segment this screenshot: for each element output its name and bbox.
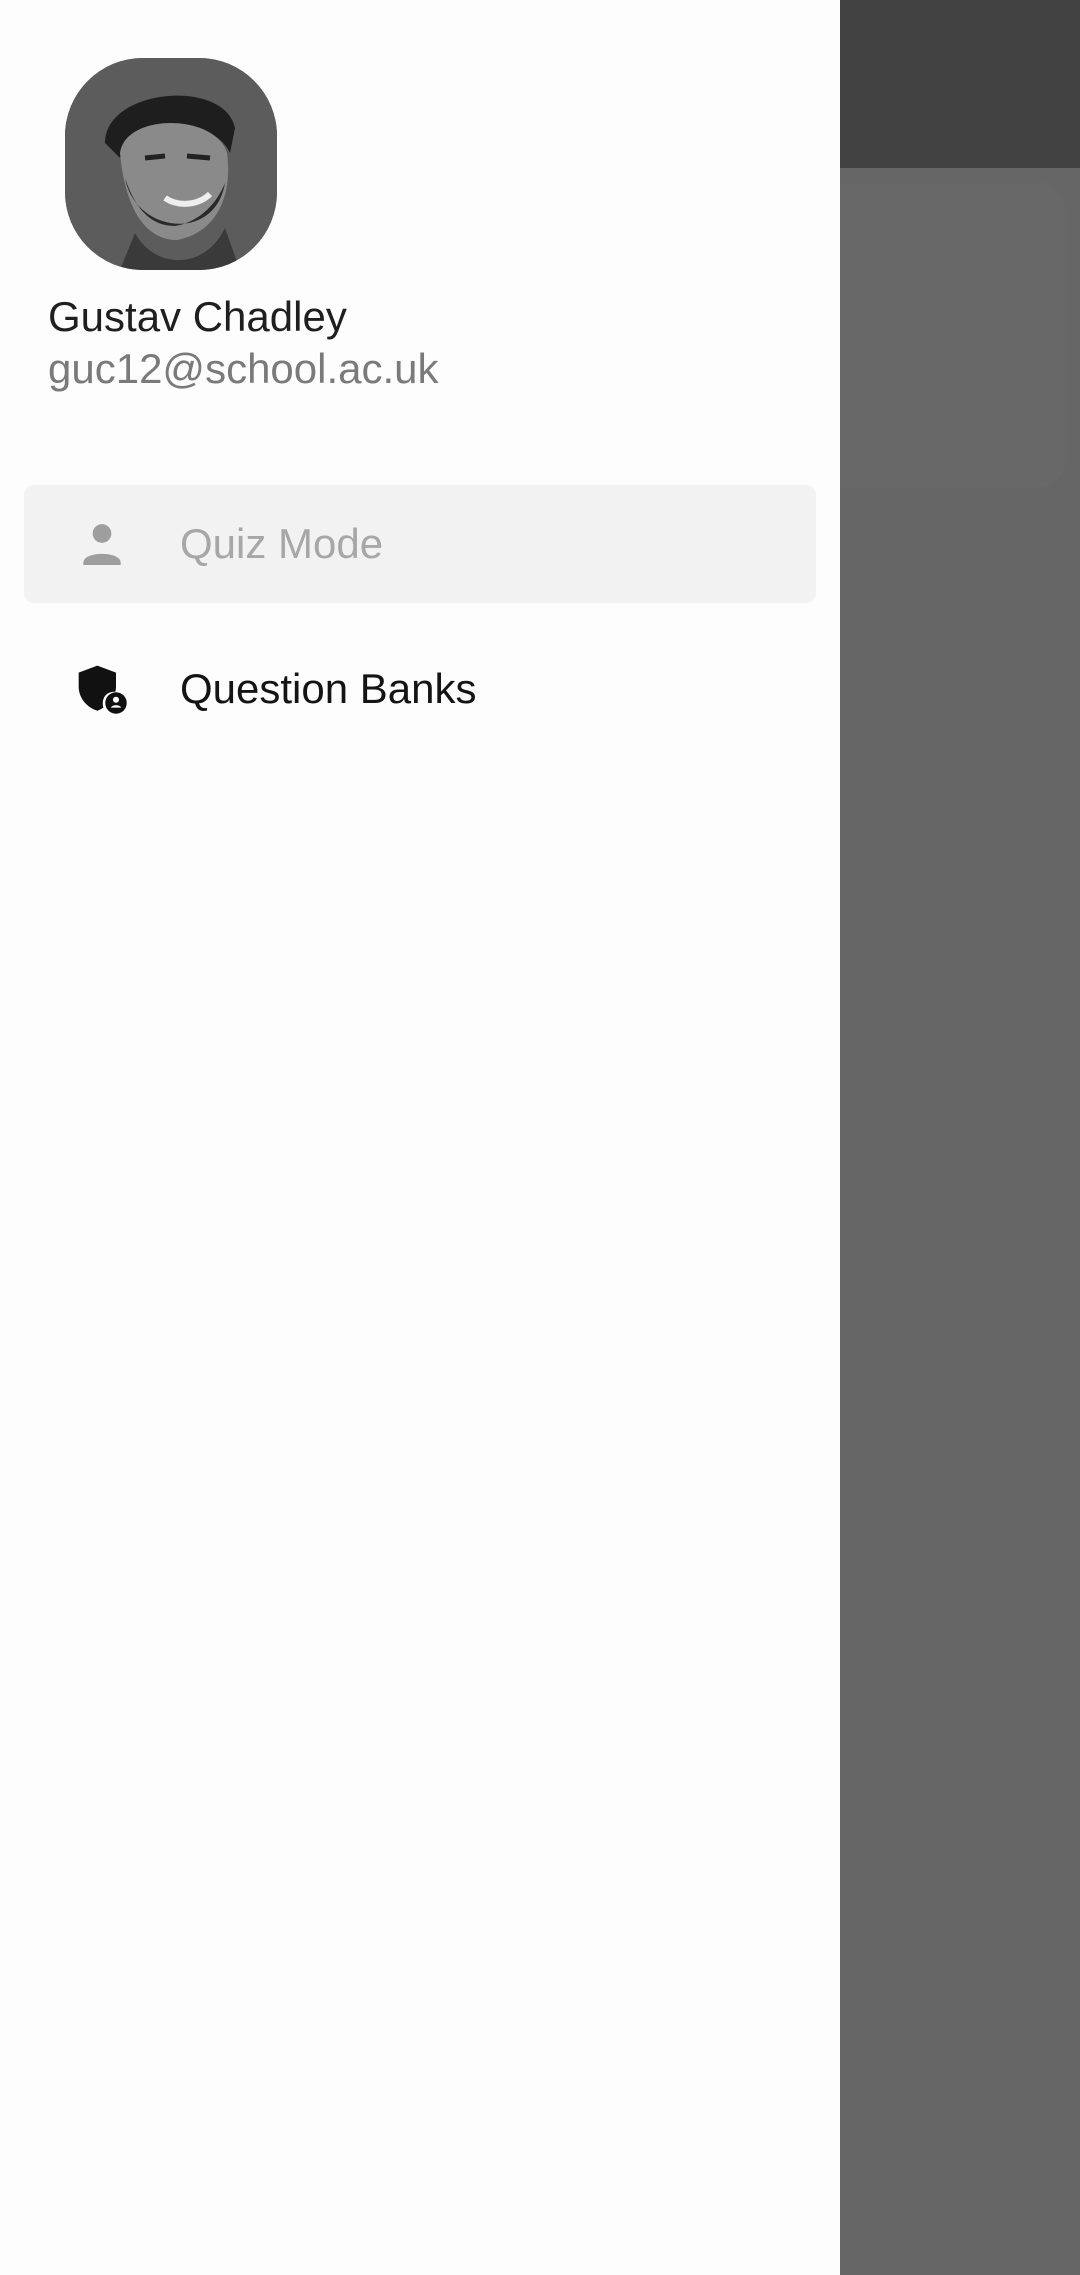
shield-person-icon <box>74 661 130 717</box>
navigation-drawer: Gustav Chadley guc12@school.ac.uk Quiz M… <box>0 0 840 2275</box>
user-email: guc12@school.ac.uk <box>48 345 439 392</box>
avatar <box>65 58 277 270</box>
avatar-image <box>65 58 277 270</box>
menu-item-quiz-mode[interactable]: Quiz Mode <box>24 485 816 603</box>
menu-item-question-banks[interactable]: Question Banks <box>24 630 816 748</box>
menu-item-label: Quiz Mode <box>180 520 384 567</box>
person-icon <box>74 516 130 572</box>
menu-item-label: Question Banks <box>180 665 477 712</box>
user-name: Gustav Chadley <box>48 293 347 340</box>
